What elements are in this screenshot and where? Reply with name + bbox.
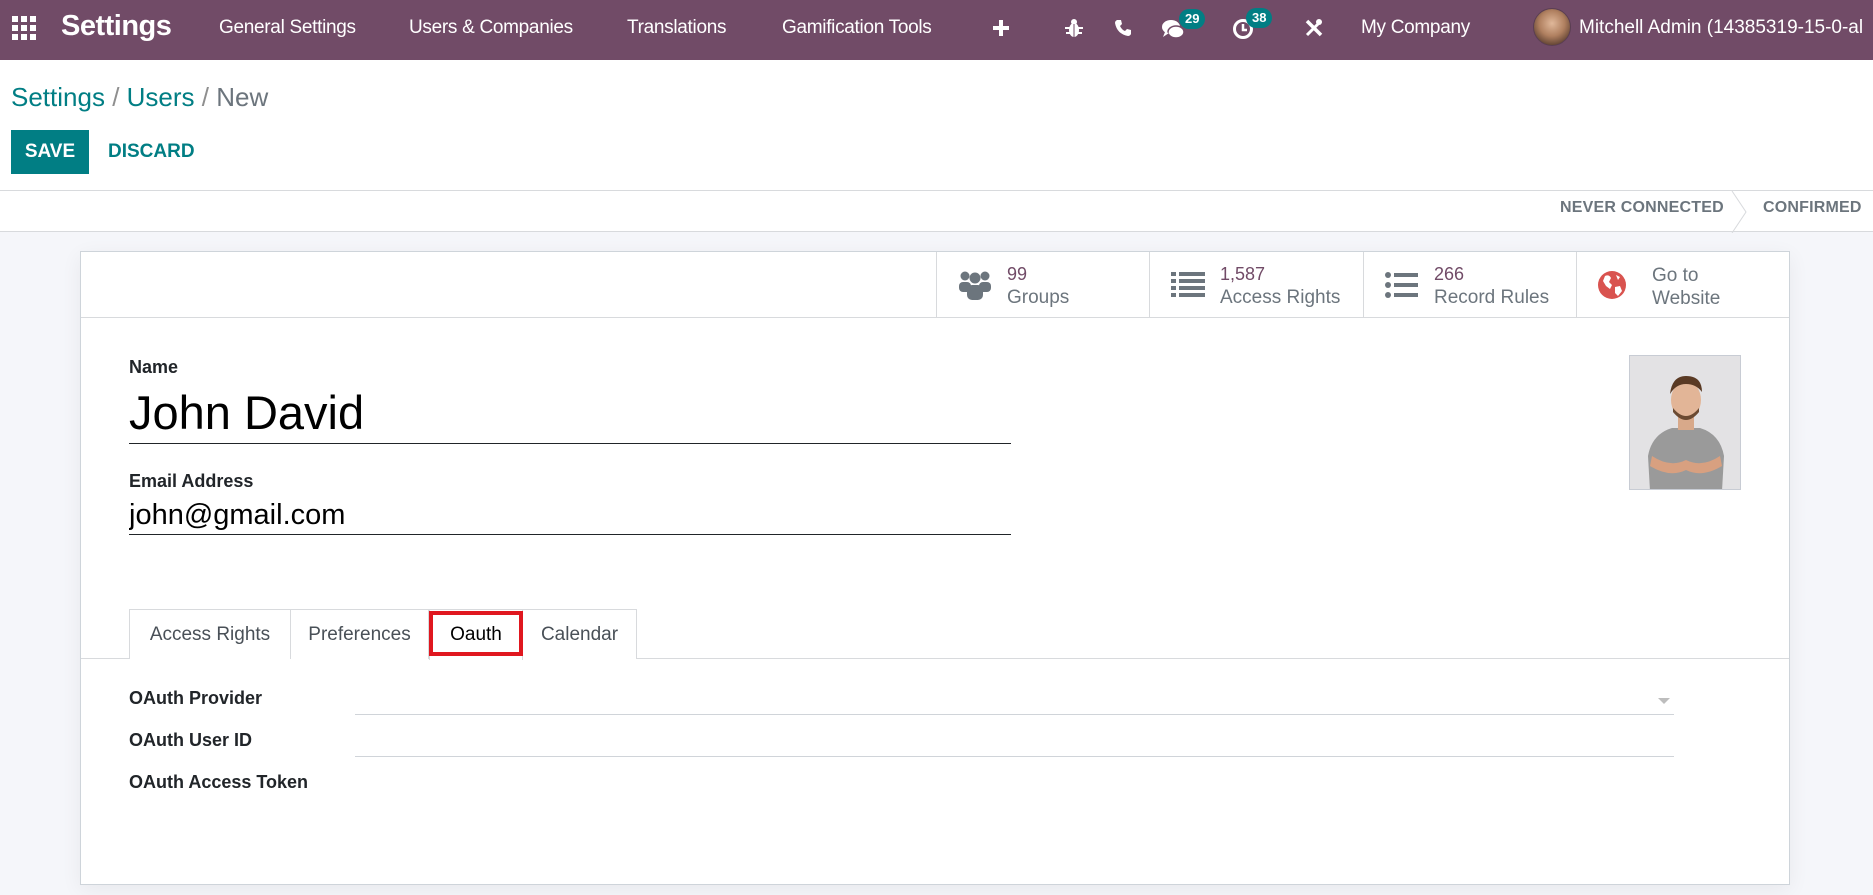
notebook-tabs: Access Rights Preferences Oauth Calendar xyxy=(81,609,1789,660)
list-icon xyxy=(1171,272,1205,297)
oauth-access-token-label: OAuth Access Token xyxy=(129,772,309,792)
access-rights-count: 1,587 xyxy=(1220,264,1266,284)
status-never-connected[interactable]: NEVER CONNECTED xyxy=(1560,199,1724,217)
name-input[interactable] xyxy=(129,382,1011,444)
go-to-website-smart-button[interactable]: Go to Website xyxy=(1576,252,1790,317)
smart-button-box: 99 Groups 1,587 Access Rights 266 Record… xyxy=(81,252,1789,318)
access-rights-smart-button[interactable]: 1,587 Access Rights xyxy=(1149,252,1363,317)
globe-icon xyxy=(1598,271,1626,299)
oauth-user-id-input[interactable] xyxy=(355,724,1674,757)
name-label: Name xyxy=(129,357,179,377)
menu-translations[interactable]: Translations xyxy=(627,17,726,39)
tab-calendar[interactable]: Calendar xyxy=(522,609,637,659)
record-rules-count: 266 xyxy=(1434,264,1465,284)
menu-users-companies[interactable]: Users & Companies xyxy=(409,17,573,39)
groups-label: Groups xyxy=(1007,287,1070,308)
status-bar: NEVER CONNECTED CONFIRMED xyxy=(0,190,1873,233)
menu-general-settings[interactable]: General Settings xyxy=(219,17,356,39)
tab-preferences[interactable]: Preferences xyxy=(290,609,429,659)
access-rights-label: Access Rights xyxy=(1220,287,1341,308)
tab-oauth[interactable]: Oauth xyxy=(429,609,523,660)
go-to-website-label: Go to Website xyxy=(1652,264,1720,310)
oauth-user-id-label: OAuth User ID xyxy=(129,730,253,750)
groups-smart-button[interactable]: 99 Groups xyxy=(936,252,1150,317)
plus-icon[interactable] xyxy=(990,14,1012,45)
oauth-provider-select[interactable] xyxy=(355,682,1674,715)
breadcrumb-separator: / xyxy=(112,82,120,112)
website-label: Website xyxy=(1652,288,1721,309)
apps-grid-icon[interactable] xyxy=(12,16,38,40)
menu-gamification-tools[interactable]: Gamification Tools xyxy=(782,17,932,39)
app-title[interactable]: Settings xyxy=(61,10,172,43)
activities-count-badge: 38 xyxy=(1246,8,1273,28)
users-icon xyxy=(959,271,991,300)
phone-icon[interactable] xyxy=(1112,14,1134,45)
tools-icon[interactable] xyxy=(1303,14,1325,46)
user-avatar[interactable] xyxy=(1533,8,1571,46)
top-navbar: Settings General Settings Users & Compan… xyxy=(0,0,1873,60)
breadcrumb-current: New xyxy=(216,82,269,112)
list-ul-icon xyxy=(1385,272,1418,298)
company-switcher[interactable]: My Company xyxy=(1361,17,1470,39)
status-arrow-divider xyxy=(1731,191,1747,233)
record-rules-smart-button[interactable]: 266 Record Rules xyxy=(1363,252,1577,317)
messages-count-badge: 29 xyxy=(1179,9,1206,29)
chevron-down-icon[interactable] xyxy=(1658,698,1670,704)
breadcrumb-users[interactable]: Users xyxy=(127,82,195,112)
user-photo[interactable] xyxy=(1629,355,1741,490)
go-to-label: Go to xyxy=(1652,265,1699,286)
save-button[interactable]: SAVE xyxy=(11,130,89,174)
breadcrumb-settings[interactable]: Settings xyxy=(11,82,105,112)
tab-access-rights[interactable]: Access Rights xyxy=(129,609,291,659)
breadcrumb: Settings / Users / New xyxy=(11,82,268,113)
email-label: Email Address xyxy=(129,471,254,491)
oauth-provider-label: OAuth Provider xyxy=(129,688,263,708)
groups-count: 99 xyxy=(1007,264,1028,284)
discard-button[interactable]: DISCARD xyxy=(98,130,205,174)
email-input[interactable] xyxy=(129,497,1011,535)
bug-icon[interactable] xyxy=(1063,14,1085,46)
form-sheet: 99 Groups 1,587 Access Rights 266 Record… xyxy=(80,251,1790,885)
status-confirmed[interactable]: CONFIRMED xyxy=(1763,199,1862,217)
user-menu[interactable]: Mitchell Admin (14385319-15-0-al xyxy=(1579,17,1863,39)
record-rules-label: Record Rules xyxy=(1434,287,1550,308)
control-panel: Settings / Users / New SAVE DISCARD xyxy=(0,60,1873,190)
user-photo-image xyxy=(1630,356,1740,489)
oauth-access-token-value xyxy=(355,766,1674,799)
breadcrumb-separator: / xyxy=(201,82,210,112)
